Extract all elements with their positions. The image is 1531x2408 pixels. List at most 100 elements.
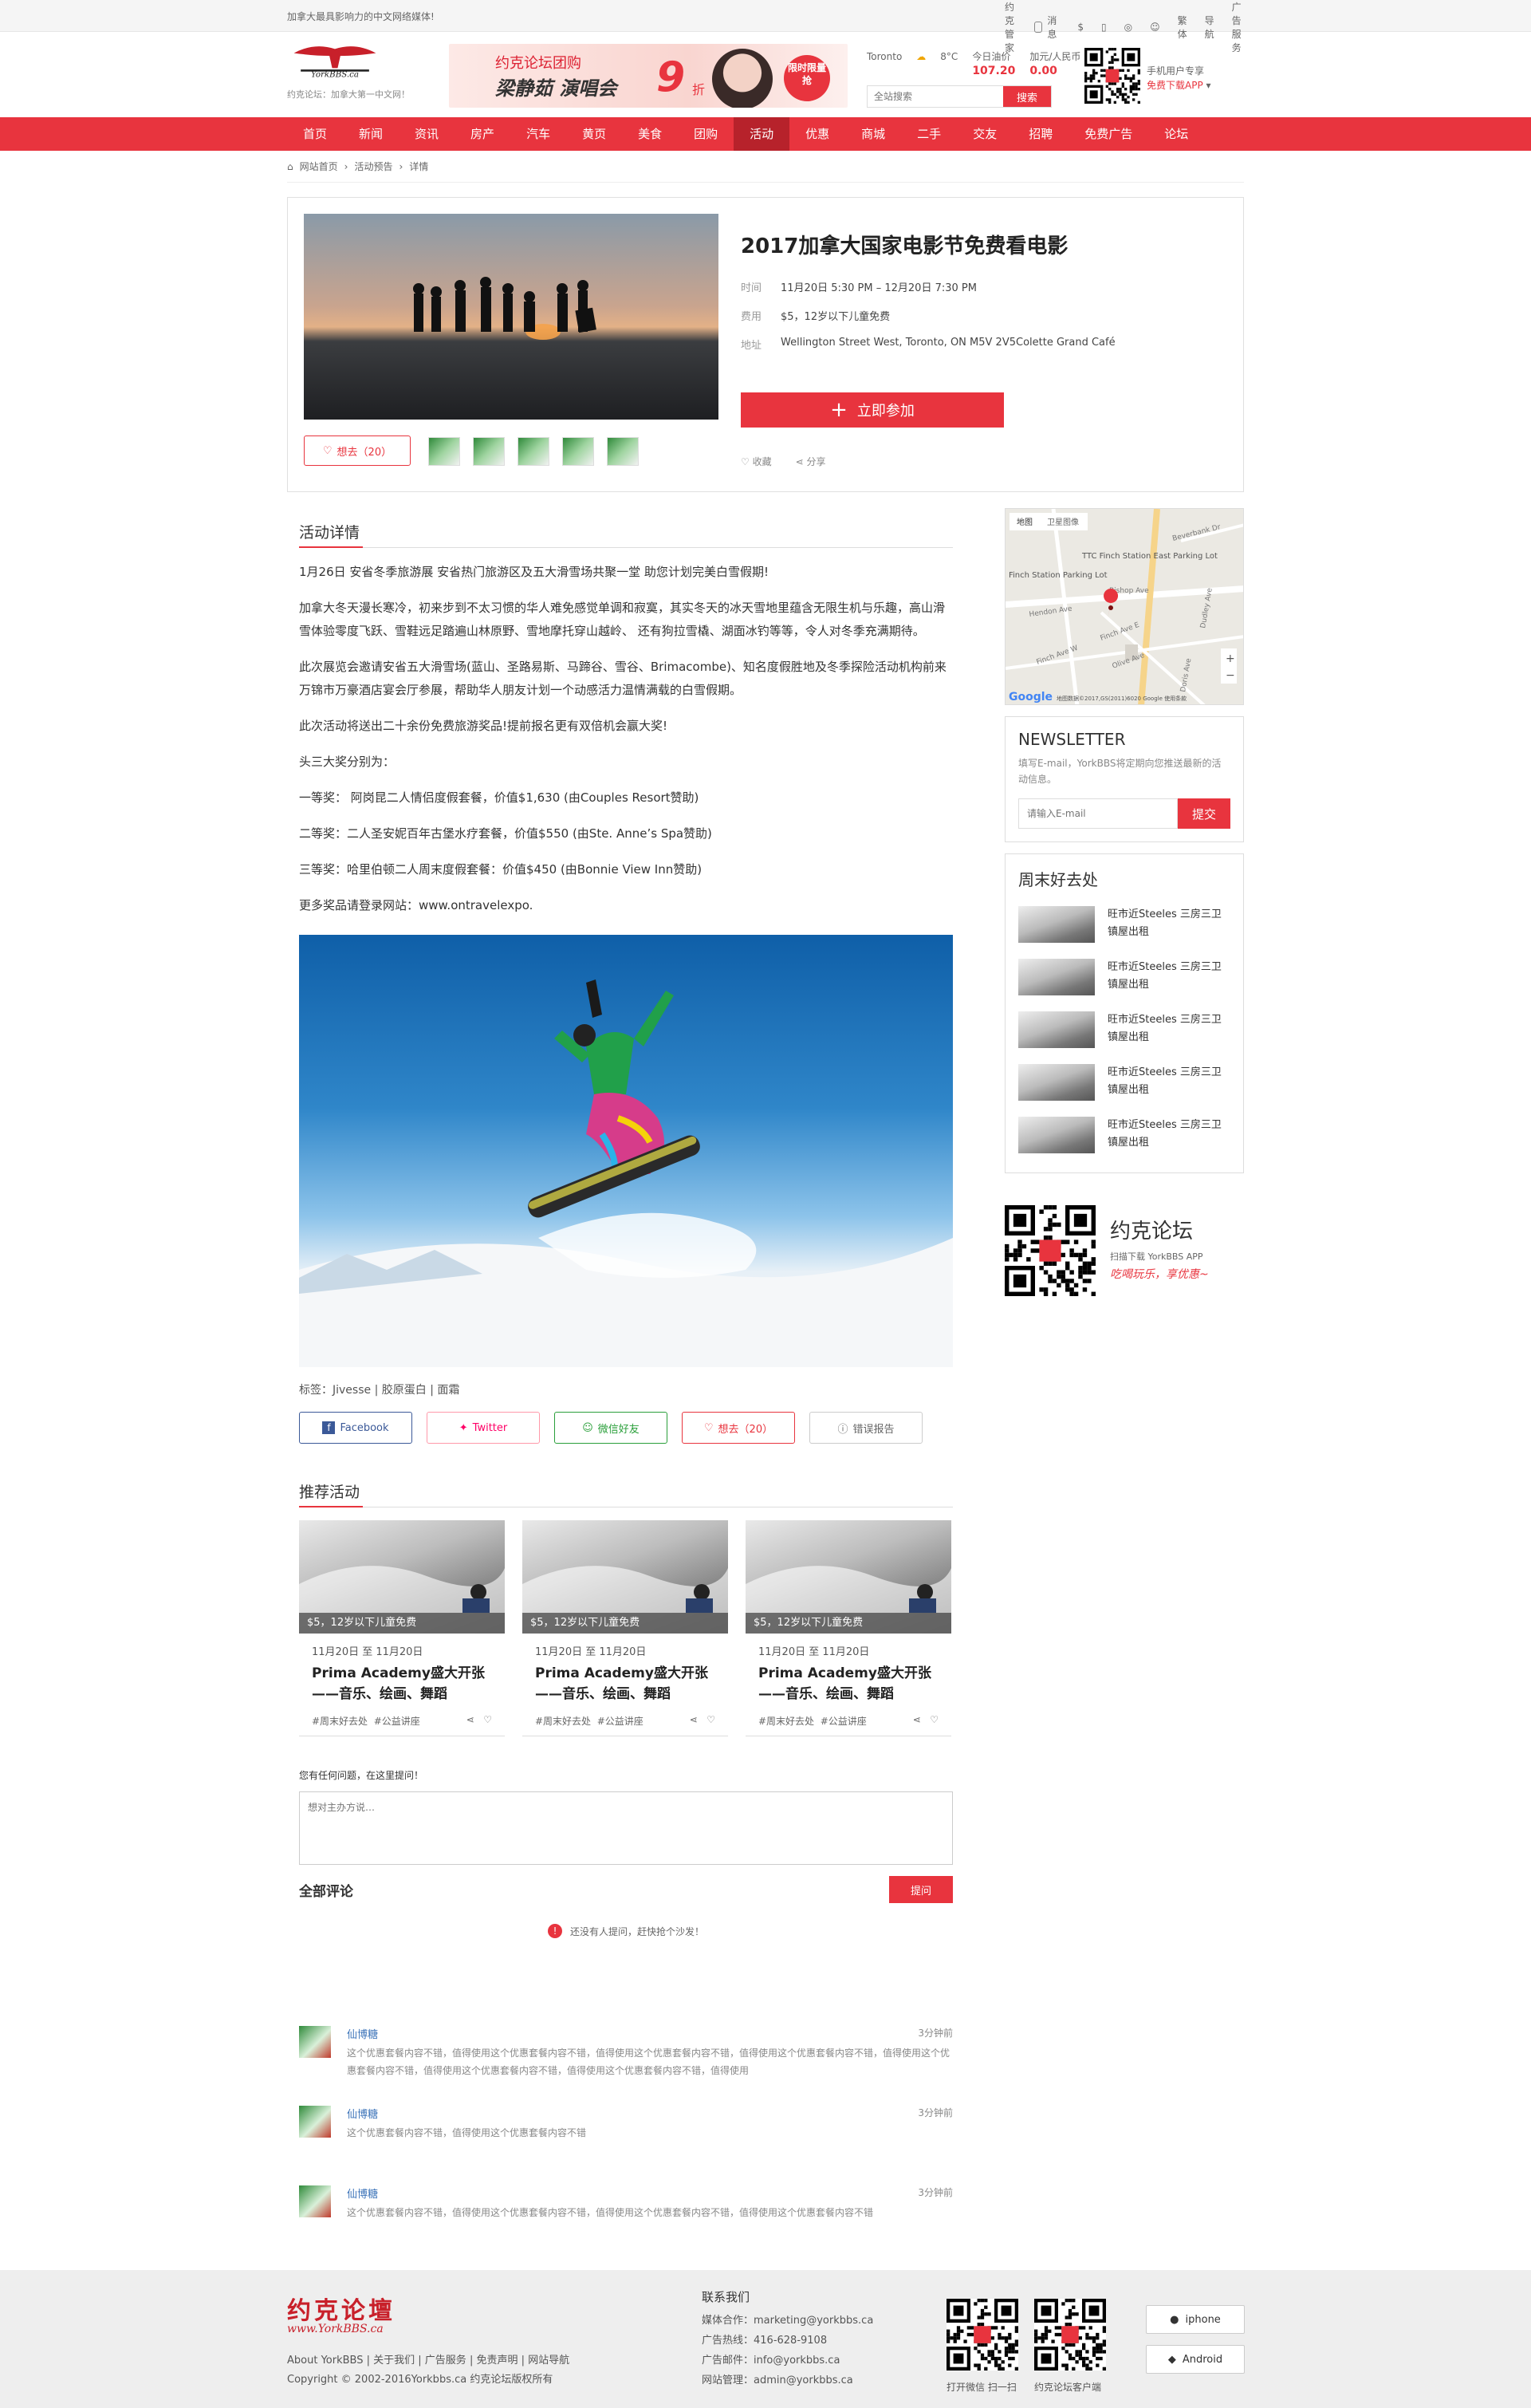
wechat-share-button[interactable]: ☺ 微信好友 bbox=[554, 1412, 667, 1444]
recommend-card[interactable]: $5，12岁以下儿童免费 11月20日 至 11月20日 Prima Academy… bbox=[299, 1520, 505, 1736]
join-event-button[interactable]: + 立即参加 bbox=[741, 392, 1004, 428]
weekend-item[interactable]: 旺市近Steeles 三房三卫镇屋出租 bbox=[1018, 1064, 1230, 1101]
comment-author[interactable]: 仙博糖 bbox=[347, 2026, 953, 2041]
weekend-item[interactable]: 旺市近Steeles 三房三卫镇屋出租 bbox=[1018, 1011, 1230, 1048]
weekend-item[interactable]: 旺市近Steeles 三房三卫镇屋出租 bbox=[1018, 1117, 1230, 1153]
apple-icon: ● bbox=[1170, 2313, 1179, 2326]
share-icon[interactable]: ⋖ bbox=[913, 1714, 921, 1725]
recommend-card[interactable]: $5，12岁以下儿童免费 11月20日 至 11月20日 Prima Academy… bbox=[746, 1520, 951, 1736]
phone-icon[interactable]: ▯ bbox=[1101, 22, 1107, 33]
collect-button[interactable]: ♡ 收藏 bbox=[741, 455, 772, 468]
card-tag[interactable]: #周末好去处 bbox=[535, 1716, 591, 1727]
ad-banner[interactable]: 约克论坛团购 梁静茹 演唱会 9 折 限时限量 抢 bbox=[449, 44, 848, 108]
avatar[interactable] bbox=[299, 2106, 331, 2138]
footer-link-disclaimer[interactable]: 免责声明 bbox=[476, 2355, 518, 2367]
email-input[interactable] bbox=[1018, 798, 1178, 829]
nav-item[interactable]: 黄页 bbox=[566, 117, 622, 151]
share-button[interactable]: ⋖ 分享 bbox=[796, 455, 826, 468]
error-report-button[interactable]: ⓘ 错误报告 bbox=[809, 1412, 923, 1444]
event-title: 2017加拿大国家电影节免费看电影 bbox=[741, 234, 1069, 258]
comment-author[interactable]: 仙博糖 bbox=[347, 2185, 953, 2201]
search-input[interactable] bbox=[868, 86, 1003, 107]
thumbnail[interactable] bbox=[562, 437, 594, 466]
search-button[interactable]: 搜索 bbox=[1003, 86, 1051, 107]
newsletter-submit-button[interactable]: 提交 bbox=[1178, 798, 1230, 829]
card-tag[interactable]: #公益讲座 bbox=[597, 1716, 643, 1727]
nav-item[interactable]: 首页 bbox=[287, 117, 343, 151]
comment-author[interactable]: 仙博糖 bbox=[347, 2106, 953, 2121]
thumbnail[interactable] bbox=[518, 437, 549, 466]
card-title[interactable]: Prima Academy盛大开张——音乐、绘画、舞蹈 bbox=[522, 1663, 728, 1705]
want-to-go-share-button[interactable]: ♡ 想去（20） bbox=[682, 1412, 795, 1444]
detail-paragraph: 1月26日 安省冬季旅游展 安省热门旅游区及五大滑雪场共聚一堂 助您计划完美白雪… bbox=[299, 565, 769, 579]
nav-item[interactable]: 活动 bbox=[734, 117, 790, 151]
card-title[interactable]: Prima Academy盛大开张——音乐、绘画、舞蹈 bbox=[746, 1663, 951, 1705]
tag[interactable]: 胶原蛋白 bbox=[382, 1384, 427, 1397]
thumbnail[interactable] bbox=[428, 437, 460, 466]
recommend-card[interactable]: $5，12岁以下儿童免费 11月20日 至 11月20日 Prima Academy… bbox=[522, 1520, 728, 1736]
twitter-share-button[interactable]: ✦ Twitter bbox=[427, 1412, 540, 1444]
card-tag[interactable]: #周末好去处 bbox=[312, 1716, 368, 1727]
card-tag[interactable]: #公益讲座 bbox=[821, 1716, 867, 1727]
card-image: $5，12岁以下儿童免费 bbox=[746, 1520, 951, 1634]
footer-link-ads[interactable]: 广告服务 bbox=[425, 2355, 466, 2367]
share-icon[interactable]: ⋖ bbox=[690, 1714, 698, 1725]
footer-link-about-en[interactable]: About YorkBBS bbox=[287, 2355, 363, 2367]
weekend-item[interactable]: 旺市近Steeles 三房三卫镇屋出租 bbox=[1018, 959, 1230, 995]
breadcrumb-home[interactable]: 网站首页 bbox=[300, 160, 338, 173]
tag[interactable]: Jivesse bbox=[333, 1384, 371, 1397]
weekend-thumbnail bbox=[1018, 906, 1095, 943]
home-icon[interactable]: ⌂ bbox=[287, 161, 293, 172]
ask-button[interactable]: 提问 bbox=[889, 1876, 953, 1903]
comment-item: 仙博糖 3分钟前 这个优惠套餐内容不错，值得使用这个优惠套餐内容不错，值得使用这个优… bbox=[299, 2026, 953, 2082]
tag[interactable]: 面霜 bbox=[437, 1384, 459, 1397]
heart-icon[interactable]: ♡ bbox=[706, 1714, 715, 1725]
breadcrumb-events[interactable]: 活动预告 bbox=[354, 160, 392, 173]
facebook-share-button[interactable]: f Facebook bbox=[299, 1412, 412, 1444]
footer-link-sitemap[interactable]: 网站导航 bbox=[528, 2355, 569, 2367]
footer-link-about[interactable]: 关于我们 bbox=[373, 2355, 415, 2367]
weekend-item-title: 旺市近Steeles 三房三卫镇屋出租 bbox=[1108, 908, 1222, 938]
avatar[interactable] bbox=[299, 2185, 331, 2217]
app-download-box[interactable]: 约克论坛 扫描下载 YorkBBS APP 吃喝玩乐，享优惠~ bbox=[1005, 1205, 1244, 1301]
weibo-icon[interactable]: ◎ bbox=[1124, 22, 1132, 33]
nav-item[interactable]: 招聘 bbox=[1013, 117, 1069, 151]
weekend-thumbnail bbox=[1018, 1117, 1095, 1153]
weekend-item[interactable]: 旺市近Steeles 三房三卫镇屋出租 bbox=[1018, 906, 1230, 943]
nav-item[interactable]: 优惠 bbox=[789, 117, 845, 151]
card-tag[interactable]: #公益讲座 bbox=[374, 1716, 420, 1727]
nav-item[interactable]: 交友 bbox=[957, 117, 1013, 151]
iphone-download-button[interactable]: ● iphone bbox=[1146, 2305, 1245, 2334]
thumbnail[interactable] bbox=[473, 437, 505, 466]
nav-item[interactable]: 二手 bbox=[901, 117, 957, 151]
money-icon[interactable]: $ bbox=[1077, 22, 1084, 33]
heart-icon[interactable]: ♡ bbox=[930, 1714, 939, 1725]
nav-item[interactable]: 资讯 bbox=[399, 117, 455, 151]
nav-item[interactable]: 汽车 bbox=[510, 117, 566, 151]
nav-item[interactable]: 房产 bbox=[455, 117, 510, 151]
location-map[interactable]: 地图 卫星图像 TTC Finch Station East Parking L… bbox=[1005, 508, 1244, 705]
heart-icon[interactable]: ♡ bbox=[483, 1714, 492, 1725]
wechat-icon[interactable]: ☺ bbox=[1150, 22, 1160, 33]
nav-item[interactable]: 团购 bbox=[678, 117, 734, 151]
nav-item[interactable]: 论坛 bbox=[1148, 117, 1204, 151]
avatar[interactable] bbox=[299, 2026, 331, 2058]
comment-list: 仙博糖 3分钟前 这个优惠套餐内容不错，值得使用这个优惠套餐内容不错，值得使用这个优… bbox=[299, 2026, 953, 2241]
want-to-go-button[interactable]: ♡ 想去（20） bbox=[304, 435, 411, 466]
question-textarea[interactable] bbox=[299, 1791, 953, 1865]
nav-item[interactable]: 新闻 bbox=[343, 117, 399, 151]
nav-item[interactable]: 美食 bbox=[622, 117, 678, 151]
right-sidebar: 地图 卫星图像 TTC Finch Station East Parking L… bbox=[1005, 508, 1244, 1301]
app-promo[interactable]: 手机用户专享 免费下载APP ▾ bbox=[1147, 64, 1211, 93]
android-download-button[interactable]: ◆ Android bbox=[1146, 2345, 1245, 2374]
thumbnail[interactable] bbox=[607, 437, 639, 466]
site-logo[interactable]: YorkBBS.ca 约克论坛：加拿大第一中文网！ bbox=[287, 43, 447, 100]
nav-item[interactable]: 免费广告 bbox=[1069, 117, 1148, 151]
share-icon[interactable]: ⋖ bbox=[466, 1714, 474, 1725]
card-title[interactable]: Prima Academy盛大开张——音乐、绘画、舞蹈 bbox=[299, 1663, 505, 1705]
card-date: 11月20日 至 11月20日 bbox=[758, 1646, 870, 1658]
main-nav: 首页 新闻 资讯 房产 汽车 黄页 美食 团购 活动 优惠 商城 二手 交友 招聘 免费广告 论坛 bbox=[0, 117, 1531, 151]
card-tag[interactable]: #周末好去处 bbox=[758, 1716, 814, 1727]
contact-title: 联系我们 bbox=[702, 2290, 750, 2304]
nav-item[interactable]: 商城 bbox=[845, 117, 901, 151]
